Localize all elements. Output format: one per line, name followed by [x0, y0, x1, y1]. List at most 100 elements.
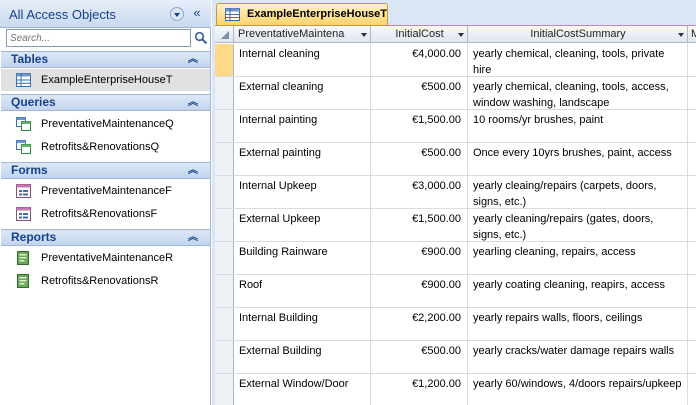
record-selector[interactable]	[215, 176, 234, 208]
cell-next-column[interactable]	[689, 308, 696, 340]
cell-next-column[interactable]	[689, 242, 696, 274]
nav-item-report[interactable]: Retrofits&RenovationsR	[1, 270, 210, 292]
cell-name[interactable]: Building Rainware	[235, 242, 371, 274]
record-selector[interactable]	[215, 308, 234, 340]
group-header-tables[interactable]: Tables ︽	[1, 51, 210, 68]
nav-search-input[interactable]	[6, 29, 191, 47]
column-header-summary[interactable]: InitialCostSummary	[469, 26, 688, 43]
collapse-group-icon[interactable]: ︽	[188, 95, 198, 110]
group-label: Forms	[11, 163, 48, 177]
table-row[interactable]: Building Rainware €900.00 yearling cleanin…	[215, 242, 696, 275]
column-header-next[interactable]: M	[689, 26, 696, 43]
record-selector[interactable]	[215, 242, 234, 274]
collapse-group-icon[interactable]: ︽	[188, 52, 198, 67]
nav-item-query[interactable]: PreventativeMaintenanceQ	[1, 113, 210, 135]
cell-initial-cost[interactable]: €4,000.00	[372, 44, 468, 76]
cell-initial-cost[interactable]: €500.00	[372, 341, 468, 373]
cell-initial-cost[interactable]: €900.00	[372, 242, 468, 274]
cell-next-column[interactable]	[689, 110, 696, 142]
cell-initial-cost[interactable]: €2,200.00	[372, 308, 468, 340]
cell-next-column[interactable]	[689, 44, 696, 76]
report-icon	[17, 251, 29, 265]
cell-cost-summary[interactable]: yearly cracks/water damage repairs walls	[469, 341, 688, 373]
cell-next-column[interactable]	[689, 176, 696, 208]
table-row[interactable]: External Upkeep €1,500.00 yearly cleaning/…	[215, 209, 696, 242]
nav-item-form[interactable]: Retrofits&RenovationsF	[1, 203, 210, 225]
cell-next-column[interactable]	[689, 275, 696, 307]
cell-cost-summary[interactable]: yearly 60/windows, 4/doors repairs/upkee…	[469, 374, 688, 405]
table-row[interactable]: External painting €500.00 Once every 10yrs…	[215, 143, 696, 176]
cell-name[interactable]: Internal painting	[235, 110, 371, 142]
cell-initial-cost[interactable]: €3,000.00	[372, 176, 468, 208]
cell-cost-summary[interactable]: yearling cleaning, repairs, access	[469, 242, 688, 274]
column-header-cost[interactable]: InitialCost	[372, 26, 468, 43]
search-icon[interactable]	[194, 31, 208, 45]
cell-next-column[interactable]	[689, 341, 696, 373]
nav-item-query[interactable]: Retrofits&RenovationsQ	[1, 136, 210, 158]
nav-menu-dropdown-icon[interactable]	[170, 7, 184, 21]
cell-next-column[interactable]	[689, 374, 696, 405]
cell-next-column[interactable]	[689, 209, 696, 241]
cell-name[interactable]: Internal Upkeep	[235, 176, 371, 208]
nav-item-report[interactable]: PreventativeMaintenanceR	[1, 247, 210, 269]
record-selector[interactable]	[215, 143, 234, 175]
table-row[interactable]: External Building €500.00 yearly cracks/wa…	[215, 341, 696, 374]
cell-name[interactable]: External Window/Door	[235, 374, 371, 405]
record-selector[interactable]	[215, 110, 234, 142]
cell-initial-cost[interactable]: €500.00	[372, 143, 468, 175]
record-selector[interactable]	[215, 44, 234, 76]
cell-name[interactable]: External cleaning	[235, 77, 371, 109]
cell-name[interactable]: Roof	[235, 275, 371, 307]
table-row[interactable]: Internal Building €2,200.00 yearly repairs…	[215, 308, 696, 341]
cell-cost-summary[interactable]: yearly cleaning/repairs (gates, doors, s…	[469, 209, 688, 241]
nav-item-label: Retrofits&RenovationsQ	[41, 141, 159, 153]
sort-filter-dropdown-icon[interactable]	[361, 33, 367, 37]
cell-next-column[interactable]	[689, 77, 696, 109]
table-row[interactable]: Internal painting €1,500.00 10 rooms/yr br…	[215, 110, 696, 143]
shutter-bar-collapse-icon[interactable]: «	[189, 5, 205, 21]
group-header-reports[interactable]: Reports ︽	[1, 229, 210, 246]
cell-cost-summary[interactable]: yearly chemical, cleaning, tools, privat…	[469, 44, 688, 76]
cell-cost-summary[interactable]: yearly cleaing/repairs (carpets, doors, …	[469, 176, 688, 208]
record-selector[interactable]	[215, 341, 234, 373]
table-row[interactable]: Internal cleaning €4,000.00 yearly chemica…	[215, 44, 696, 77]
cell-next-column[interactable]	[689, 143, 696, 175]
collapse-group-icon[interactable]: ︽	[188, 230, 198, 245]
query-icon	[16, 140, 31, 154]
cell-initial-cost[interactable]: €1,500.00	[372, 209, 468, 241]
record-selector[interactable]	[215, 275, 234, 307]
cell-initial-cost[interactable]: €500.00	[372, 77, 468, 109]
nav-item-table[interactable]: ExampleEnterpriseHouseT	[1, 69, 210, 91]
cell-cost-summary[interactable]: 10 rooms/yr brushes, paint	[469, 110, 688, 142]
cell-initial-cost[interactable]: €1,200.00	[372, 374, 468, 405]
cell-cost-summary[interactable]: yearly chemical, cleaning, tools, access…	[469, 77, 688, 109]
nav-pane-header[interactable]: All Access Objects «	[0, 0, 211, 28]
nav-item-form[interactable]: PreventativeMaintenanceF	[1, 180, 210, 202]
record-selector[interactable]	[215, 209, 234, 241]
table-row[interactable]: External cleaning €500.00 yearly chemical,…	[215, 77, 696, 110]
table-row[interactable]: Roof €900.00 yearly coating cleaning, reap…	[215, 275, 696, 308]
record-selector[interactable]	[215, 77, 234, 109]
select-all-corner[interactable]	[215, 26, 234, 43]
table-row[interactable]: Internal Upkeep €3,000.00 yearly cleaing/r…	[215, 176, 696, 209]
column-header-name[interactable]: PreventativeMaintena	[235, 26, 371, 43]
cell-cost-summary[interactable]: yearly repairs walls, floors, ceilings	[469, 308, 688, 340]
collapse-group-icon[interactable]: ︽	[188, 163, 198, 178]
document-tab[interactable]: ExampleEnterpriseHouseT	[216, 3, 388, 25]
cell-cost-summary[interactable]: Once every 10yrs brushes, paint, access	[469, 143, 688, 175]
cell-initial-cost[interactable]: €1,500.00	[372, 110, 468, 142]
group-header-queries[interactable]: Queries ︽	[1, 94, 210, 111]
cell-name[interactable]: Internal cleaning	[235, 44, 371, 76]
table-row[interactable]: External Window/Door €1,200.00 yearly 60/w…	[215, 374, 696, 405]
cell-name[interactable]: External painting	[235, 143, 371, 175]
cell-cost-summary[interactable]: yearly coating cleaning, reapirs, access	[469, 275, 688, 307]
sort-filter-dropdown-icon[interactable]	[458, 33, 464, 37]
nav-pane-title[interactable]: All Access Objects	[9, 7, 116, 22]
cell-initial-cost[interactable]: €900.00	[372, 275, 468, 307]
cell-name[interactable]: External Building	[235, 341, 371, 373]
cell-name[interactable]: External Upkeep	[235, 209, 371, 241]
sort-filter-dropdown-icon[interactable]	[678, 33, 684, 37]
record-selector[interactable]	[215, 374, 234, 405]
cell-name[interactable]: Internal Building	[235, 308, 371, 340]
group-header-forms[interactable]: Forms ︽	[1, 162, 210, 179]
